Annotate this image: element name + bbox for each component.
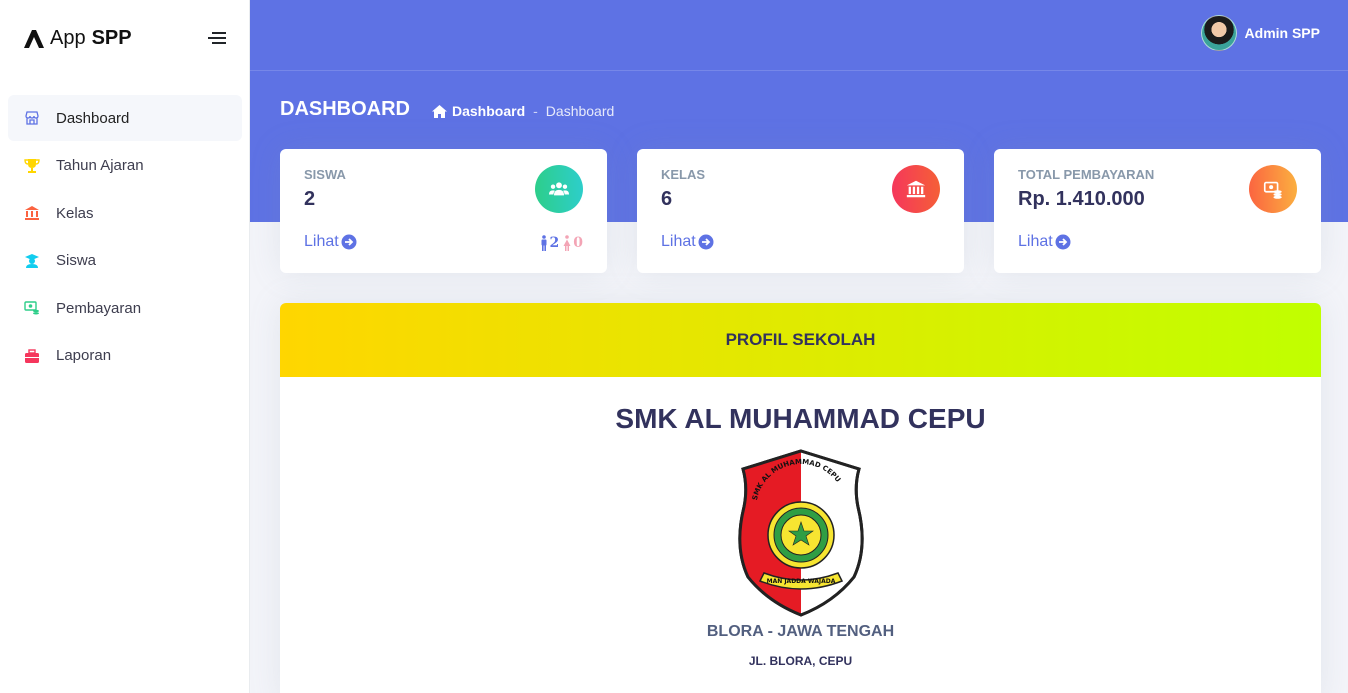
link-label: Lihat <box>1018 233 1053 250</box>
user-menu[interactable]: Admin SPP <box>1200 15 1320 51</box>
link-label: Lihat <box>304 233 339 250</box>
bank-icon <box>24 205 40 221</box>
school-address: JL. BLORA, CEPU <box>748 654 853 668</box>
stat-card-pembayaran: TOTAL PEMBAYARAN Rp. 1.410.000 Lihat <box>994 149 1321 273</box>
stat-value: 2 <box>304 188 316 210</box>
sidebar-item-label: Tahun Ajaran <box>56 157 144 174</box>
sidebar-item-label: Kelas <box>56 204 94 222</box>
stat-card-siswa: SISWA 2 Lihat 2 0 <box>280 149 607 273</box>
sidebar-item-label: Pembayaran <box>56 299 142 317</box>
school-emblem-logo: SMK AL MUHAMMAD CEPU MAN JADDA WAJADA <box>738 449 864 617</box>
sidebar-item-siswa[interactable]: Siswa <box>8 238 242 284</box>
view-pembayaran-link[interactable]: Lihat <box>1018 233 1071 251</box>
bank-icon <box>892 165 940 213</box>
header-divider <box>250 70 1348 71</box>
sidebar-item-laporan[interactable]: Laporan <box>8 333 242 379</box>
view-siswa-link[interactable]: Lihat <box>304 233 357 251</box>
briefcase-icon <box>24 348 40 364</box>
breadcrumb: Dashboard - Dashboard <box>432 103 614 119</box>
gender-summary: 2 0 <box>540 235 583 251</box>
female-count: 0 <box>573 235 583 251</box>
sidebar-item-dashboard[interactable]: Dashboard <box>8 95 242 141</box>
link-label: Lihat <box>661 233 696 250</box>
stat-label: TOTAL PEMBAYARAN <box>1018 167 1155 182</box>
female-icon <box>563 235 571 251</box>
sidebar-nav: Dashboard Tahun Ajaran Kelas Siswa Pemba… <box>8 95 242 380</box>
school-region: BLORA - JAWA TENGAH <box>706 623 895 640</box>
money-icon <box>24 300 40 316</box>
sidebar-item-label: Siswa <box>56 252 97 269</box>
arrow-circle-right-icon <box>698 234 714 250</box>
brand-name: SPP <box>91 26 132 49</box>
logo-icon <box>24 30 44 48</box>
stat-value: Rp. 1.410.000 <box>1018 188 1145 210</box>
school-profile-card: PROFIL SEKOLAH SMK AL MUHAMMAD CEPU SMK … <box>280 303 1321 693</box>
sidebar-item-kelas[interactable]: Kelas <box>8 190 242 236</box>
breadcrumb-item: Dashboard <box>452 103 526 119</box>
male-icon <box>541 235 546 251</box>
home-icon <box>432 104 447 118</box>
profile-header: PROFIL SEKOLAH <box>280 303 1321 377</box>
sidebar-item-pembayaran[interactable]: Pembayaran <box>8 285 242 331</box>
arrow-circle-right-icon <box>341 234 357 250</box>
emblem-motto: MAN JADDA WAJADA <box>767 578 836 585</box>
avatar <box>1200 15 1237 51</box>
stat-card-kelas: KELAS 6 Lihat <box>637 149 964 273</box>
breadcrumb-separator: - <box>533 103 538 119</box>
breadcrumb-current: Dashboard <box>545 103 615 119</box>
money-coins-icon <box>1249 165 1297 213</box>
sidebar-item-tahun-ajaran[interactable]: Tahun Ajaran <box>8 143 242 189</box>
shop-icon <box>24 110 40 126</box>
sidebar-item-label: Laporan <box>56 347 112 364</box>
trophy-icon <box>24 158 40 174</box>
school-name: SMK AL MUHAMMAD CEPU <box>615 403 986 434</box>
stat-label: SISWA <box>304 167 346 182</box>
profile-header-title: PROFIL SEKOLAH <box>725 330 876 349</box>
sidebar: App SPP Dashboard Tahun Ajaran Kelas Sis… <box>0 0 250 693</box>
users-icon <box>535 165 583 213</box>
page-title: DASHBOARD <box>280 98 410 120</box>
male-count: 2 <box>549 235 560 251</box>
user-name: Admin SPP <box>1244 25 1320 41</box>
sidebar-item-label: Dashboard <box>56 109 130 127</box>
brand[interactable]: App SPP <box>24 24 132 52</box>
stat-value: 6 <box>661 188 673 210</box>
student-icon <box>24 253 40 269</box>
view-kelas-link[interactable]: Lihat <box>661 233 714 251</box>
arrow-circle-right-icon <box>1055 234 1071 250</box>
breadcrumb-home[interactable]: Dashboard <box>432 103 525 119</box>
menu-toggle-icon[interactable] <box>206 30 226 46</box>
brand-app-label: App <box>50 26 86 49</box>
stat-label: KELAS <box>661 167 706 182</box>
